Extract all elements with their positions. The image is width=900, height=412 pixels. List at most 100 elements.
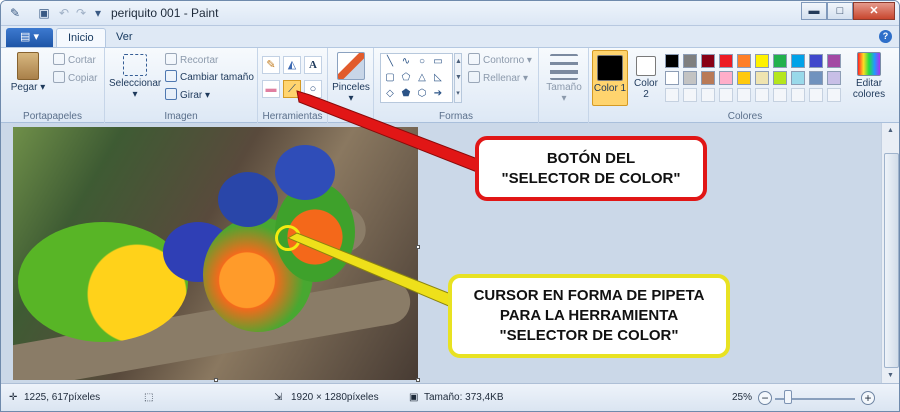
undo-icon[interactable]: ↶: [56, 5, 72, 21]
pentagon-shape-icon[interactable]: ⬟: [399, 88, 413, 100]
palette-swatch[interactable]: [791, 54, 805, 68]
curve-shape-icon[interactable]: ∿: [399, 56, 413, 68]
triangle-shape-icon[interactable]: △: [415, 72, 429, 84]
palette-swatch[interactable]: [737, 88, 751, 102]
palette-swatch[interactable]: [737, 54, 751, 68]
palette-swatch[interactable]: [755, 71, 769, 85]
resize-handle-right[interactable]: [416, 245, 420, 249]
cut-button[interactable]: Cortar: [53, 53, 96, 69]
tab-inicio[interactable]: Inicio: [56, 28, 106, 47]
resize-button[interactable]: Cambiar tamaño: [165, 70, 254, 86]
palette-swatch[interactable]: [719, 54, 733, 68]
resize-handle-bottom[interactable]: [214, 378, 218, 382]
palette-swatch[interactable]: [665, 71, 679, 85]
pencil-tool[interactable]: ✎: [262, 56, 280, 74]
maximize-button[interactable]: □: [827, 2, 853, 20]
shapes-scroll[interactable]: ▲ ▼ ▾: [454, 53, 462, 103]
right-triangle-shape-icon[interactable]: ◺: [431, 72, 445, 84]
copy-button[interactable]: Copiar: [53, 71, 97, 87]
ribbon-tabs: ▤ ▾ Inicio Ver ?: [1, 26, 899, 47]
scroll-down-icon[interactable]: ▼: [887, 372, 894, 379]
quick-access-dropdown-icon[interactable]: ▾: [90, 5, 106, 21]
palette-swatch[interactable]: [701, 88, 715, 102]
eraser-tool[interactable]: ▬: [262, 80, 280, 98]
image-size-icon: ⇲: [274, 392, 283, 403]
parrots-image[interactable]: [13, 127, 418, 380]
scroll-thumb[interactable]: [884, 153, 899, 368]
shapes-gallery[interactable]: ╲ ∿ ○ ▭ ▢ ⬠ △ ◺ ◇ ⬟ ⬡ ➔: [380, 53, 453, 103]
group-brushes: Pinceles ▾: [328, 48, 374, 124]
zoom-in-button[interactable]: +: [861, 391, 875, 405]
fill-button[interactable]: Rellenar ▾: [468, 71, 528, 87]
hexagon-shape-icon[interactable]: ⬡: [415, 88, 429, 100]
minimize-button[interactable]: ▬: [801, 2, 827, 20]
rotate-button[interactable]: Girar ▾: [165, 88, 210, 104]
text-a-icon: A: [309, 59, 317, 71]
size-button[interactable]: Tamaño ▾: [545, 54, 583, 104]
save-icon[interactable]: ▣: [36, 5, 52, 21]
parrot-3-head: [275, 145, 335, 200]
palette-swatch[interactable]: [719, 88, 733, 102]
diamond-shape-icon[interactable]: ◇: [383, 88, 397, 100]
redo-icon[interactable]: ↷: [73, 5, 89, 21]
palette-swatch[interactable]: [773, 88, 787, 102]
magnifier-tool[interactable]: ○: [304, 80, 322, 98]
palette-swatch[interactable]: [827, 71, 841, 85]
vertical-scrollbar[interactable]: ▲ ▼: [881, 123, 899, 383]
palette-swatch[interactable]: [773, 54, 787, 68]
palette-swatch[interactable]: [755, 54, 769, 68]
image-size: 1920 × 1280píxeles: [291, 392, 379, 403]
edit-colors-button[interactable]: Editar colores: [849, 52, 889, 100]
close-button[interactable]: ✕: [853, 2, 895, 20]
palette-swatch[interactable]: [827, 54, 841, 68]
zoom-slider-thumb[interactable]: [784, 390, 792, 404]
arrow-shape-icon[interactable]: ➔: [431, 88, 445, 100]
palette-swatch[interactable]: [665, 88, 679, 102]
help-icon[interactable]: ?: [879, 30, 892, 43]
palette-swatch[interactable]: [809, 54, 823, 68]
palette-swatch[interactable]: [755, 88, 769, 102]
line-shape-icon[interactable]: ╲: [383, 56, 397, 68]
title-bar: ✎ ▣ ↶ ↷ ▾ periquito 001 - Paint ▬ □ ✕: [1, 1, 899, 26]
palette-swatch[interactable]: [683, 71, 697, 85]
color1-button[interactable]: Color 1: [592, 50, 628, 106]
palette-swatch[interactable]: [773, 71, 787, 85]
fill-tool[interactable]: ◭: [283, 56, 301, 74]
file-menu-button[interactable]: ▤ ▾: [6, 28, 53, 47]
palette-swatch[interactable]: [809, 88, 823, 102]
palette-swatch[interactable]: [719, 71, 733, 85]
palette-swatch[interactable]: [737, 71, 751, 85]
select-rectangle-icon: [123, 54, 147, 76]
palette-swatch[interactable]: [791, 71, 805, 85]
palette-swatch[interactable]: [809, 71, 823, 85]
zoom-out-button[interactable]: −: [758, 391, 772, 405]
crop-button[interactable]: Recortar: [165, 53, 218, 69]
palette-swatch[interactable]: [683, 54, 697, 68]
resize-handle-corner[interactable]: [416, 378, 420, 382]
scroll-up-icon[interactable]: ▲: [887, 127, 894, 134]
paste-button[interactable]: Pegar ▾: [9, 52, 47, 93]
outline-button[interactable]: Contorno ▾: [468, 53, 532, 69]
text-tool[interactable]: A: [304, 56, 322, 74]
palette-swatch[interactable]: [701, 54, 715, 68]
callout-picker-button-line1: BOTÓN DEL: [546, 149, 636, 167]
color-picker-tool[interactable]: ⟋: [283, 80, 301, 98]
oval-shape-icon[interactable]: ○: [415, 56, 429, 68]
polygon-shape-icon[interactable]: ⬠: [399, 72, 413, 84]
brushes-button[interactable]: Pinceles ▾: [332, 52, 370, 104]
palette-swatch[interactable]: [791, 88, 805, 102]
rectangle-shape-icon[interactable]: ▭: [431, 56, 445, 68]
select-button[interactable]: Seleccionar ▾: [109, 54, 161, 100]
paint-app-icon[interactable]: ✎: [7, 5, 23, 21]
palette-swatch[interactable]: [683, 88, 697, 102]
color2-button[interactable]: Color 2: [631, 50, 661, 100]
brush-icon: [337, 52, 365, 80]
zoom-level: 25%: [732, 392, 753, 403]
tab-ver[interactable]: Ver: [105, 28, 144, 47]
rounded-rect-shape-icon[interactable]: ▢: [383, 72, 397, 84]
palette-swatch[interactable]: [665, 54, 679, 68]
palette-swatch[interactable]: [701, 71, 715, 85]
palette-swatch[interactable]: [827, 88, 841, 102]
resize-icon: [165, 70, 177, 82]
canvas-area[interactable]: [1, 123, 881, 383]
